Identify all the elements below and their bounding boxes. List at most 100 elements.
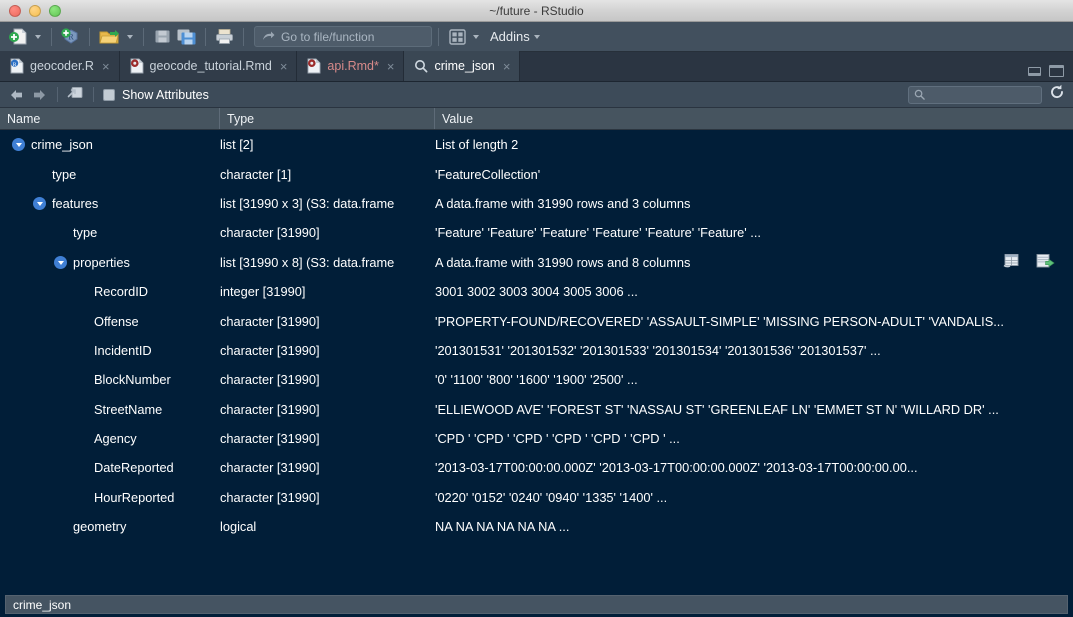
tab-api-rmd[interactable]: api.Rmd* × bbox=[297, 51, 405, 81]
table-row[interactable]: type character [31990] 'Feature' 'Feature'… bbox=[0, 218, 1073, 247]
save-all-icon[interactable] bbox=[174, 25, 199, 49]
cell-value: 'FeatureCollection' bbox=[435, 166, 541, 182]
tab-label: crime_json bbox=[434, 59, 495, 73]
tab-geocoder-r[interactable]: R geocoder.R × bbox=[0, 51, 120, 81]
table-row[interactable]: crime_json list [2] List of length 2 bbox=[0, 130, 1073, 159]
open-file-icon[interactable] bbox=[96, 25, 123, 49]
table-row[interactable]: StreetName character [31990] 'ELLIEWOOD AV… bbox=[0, 395, 1073, 424]
new-file-dropdown-icon[interactable] bbox=[35, 34, 41, 39]
goto-placeholder-text: Go to file/function bbox=[281, 29, 375, 44]
cell-type: character [31990] bbox=[220, 372, 320, 388]
table-row[interactable]: geometry logical NA NA NA NA NA NA ... bbox=[0, 512, 1073, 541]
cell-name: HourReported bbox=[0, 483, 220, 512]
toolbar-separator bbox=[89, 27, 90, 46]
toolbar-separator bbox=[93, 87, 94, 102]
row-name-label: crime_json bbox=[31, 137, 93, 153]
close-tab-icon[interactable]: × bbox=[102, 60, 110, 73]
table-row[interactable]: type character [1] 'FeatureCollection' bbox=[0, 159, 1073, 188]
addins-dropdown-icon[interactable] bbox=[533, 34, 540, 39]
close-tab-icon[interactable]: × bbox=[503, 60, 511, 73]
table-row[interactable]: properties list [31990 x 8] (S3: data.fra… bbox=[0, 248, 1073, 277]
close-tab-icon[interactable]: × bbox=[280, 60, 288, 73]
table-row[interactable]: HourReported character [31990] '0220' '015… bbox=[0, 483, 1073, 512]
collapse-toggle-icon[interactable] bbox=[54, 255, 67, 269]
table-row[interactable]: IncidentID character [31990] '201301531' '… bbox=[0, 336, 1073, 365]
cell-value: 'PROPERTY-FOUND/RECOVERED' 'ASSAULT-SIMP… bbox=[435, 313, 1004, 329]
minimize-window-button[interactable] bbox=[29, 4, 41, 17]
pane-controls bbox=[1028, 65, 1073, 81]
cell-value: A data.frame with 31990 rows and 3 colum… bbox=[435, 195, 691, 211]
table-row[interactable]: RecordID integer [31990] 3001 3002 3003 30… bbox=[0, 277, 1073, 306]
cell-type: character [31990] bbox=[220, 489, 320, 505]
cell-type: character [31990] bbox=[220, 431, 320, 447]
cell-type: character [1] bbox=[220, 166, 292, 182]
cell-type: character [31990] bbox=[220, 225, 320, 241]
window-controls bbox=[0, 4, 61, 17]
cell-type: logical bbox=[220, 519, 257, 535]
zoom-window-button[interactable] bbox=[49, 4, 61, 17]
cell-type: character [31990] bbox=[220, 313, 320, 329]
show-attributes-checkbox[interactable] bbox=[103, 88, 115, 101]
print-icon[interactable] bbox=[212, 25, 237, 49]
row-name-label: DateReported bbox=[94, 460, 174, 476]
column-header-name[interactable]: Name bbox=[0, 108, 220, 129]
show-in-new-window-button[interactable] bbox=[67, 85, 84, 105]
refresh-button[interactable] bbox=[1049, 84, 1065, 105]
toolbar-separator bbox=[438, 27, 439, 46]
search-input[interactable] bbox=[908, 85, 1042, 104]
collapse-toggle-icon[interactable] bbox=[12, 138, 25, 152]
column-header-type[interactable]: Type bbox=[220, 108, 435, 129]
table-row[interactable]: DateReported character [31990] '2013-03-17… bbox=[0, 453, 1073, 482]
view-table-icon[interactable] bbox=[1003, 253, 1020, 272]
cell-name: features bbox=[0, 189, 220, 218]
r-script-icon: R bbox=[10, 58, 24, 74]
cell-name: BlockNumber bbox=[0, 365, 220, 394]
close-window-button[interactable] bbox=[9, 4, 21, 17]
workspace-panes-icon[interactable] bbox=[445, 25, 469, 49]
cell-name: type bbox=[0, 218, 220, 247]
tab-label: geocode_tutorial.Rmd bbox=[149, 59, 272, 73]
window-titlebar: ~/future - RStudio bbox=[0, 0, 1073, 22]
tab-geocode-tutorial-rmd[interactable]: geocode_tutorial.Rmd × bbox=[119, 51, 298, 81]
minimize-pane-icon[interactable] bbox=[1028, 66, 1041, 76]
search-icon bbox=[914, 89, 925, 100]
cell-name: IncidentID bbox=[0, 336, 220, 365]
rmarkdown-icon bbox=[130, 58, 143, 74]
cell-name: Agency bbox=[0, 424, 220, 453]
goto-file-function-input[interactable]: Go to file/function bbox=[254, 26, 432, 47]
show-attributes-label[interactable]: Show Attributes bbox=[122, 88, 209, 102]
close-tab-icon[interactable]: × bbox=[387, 60, 395, 73]
cell-value: 'Feature' 'Feature' 'Feature' 'Feature' … bbox=[435, 225, 761, 241]
cell-value: '2013-03-17T00:00:00.000Z' '2013-03-17T0… bbox=[435, 460, 918, 476]
row-name-label: BlockNumber bbox=[94, 372, 171, 388]
new-file-icon[interactable] bbox=[6, 25, 31, 49]
cell-name: RecordID bbox=[0, 277, 220, 306]
table-row[interactable]: Agency character [31990] 'CPD ' 'CPD ' 'CP… bbox=[0, 424, 1073, 453]
collapse-toggle-icon[interactable] bbox=[33, 196, 46, 210]
new-project-icon[interactable]: R bbox=[58, 25, 83, 49]
back-button[interactable] bbox=[8, 88, 25, 102]
save-icon[interactable] bbox=[150, 25, 174, 49]
panes-dropdown-icon[interactable] bbox=[473, 34, 479, 39]
row-name-label: features bbox=[52, 195, 99, 211]
cell-type: character [31990] bbox=[220, 401, 320, 417]
source-tabbar: R geocoder.R × geocode_tutorial.Rmd × ap… bbox=[0, 51, 1073, 82]
table-row[interactable]: BlockNumber character [31990] '0' '1100' '… bbox=[0, 365, 1073, 394]
cell-value: List of length 2 bbox=[435, 137, 519, 153]
maximize-pane-icon[interactable] bbox=[1049, 65, 1064, 77]
cell-type: character [31990] bbox=[220, 460, 320, 476]
window-title: ~/future - RStudio bbox=[489, 3, 584, 18]
row-name-label: type bbox=[73, 225, 98, 241]
table-row[interactable]: features list [31990 x 3] (S3: data.frame… bbox=[0, 189, 1073, 218]
cell-name: type bbox=[0, 159, 220, 188]
table-row[interactable]: Offense character [31990] 'PROPERTY-FOUND/… bbox=[0, 306, 1073, 335]
forward-button[interactable] bbox=[31, 88, 48, 102]
export-data-icon[interactable] bbox=[1036, 253, 1055, 272]
open-file-dropdown-icon[interactable] bbox=[127, 34, 133, 39]
status-object-name[interactable]: crime_json bbox=[5, 595, 1068, 614]
tab-crime-json[interactable]: crime_json × bbox=[404, 51, 521, 81]
popout-icon bbox=[67, 86, 83, 98]
addins-button[interactable]: Addins bbox=[490, 29, 530, 44]
cell-value: '201301531' '201301532' '201301533' '201… bbox=[435, 342, 881, 358]
column-header-value[interactable]: Value bbox=[435, 108, 1073, 129]
